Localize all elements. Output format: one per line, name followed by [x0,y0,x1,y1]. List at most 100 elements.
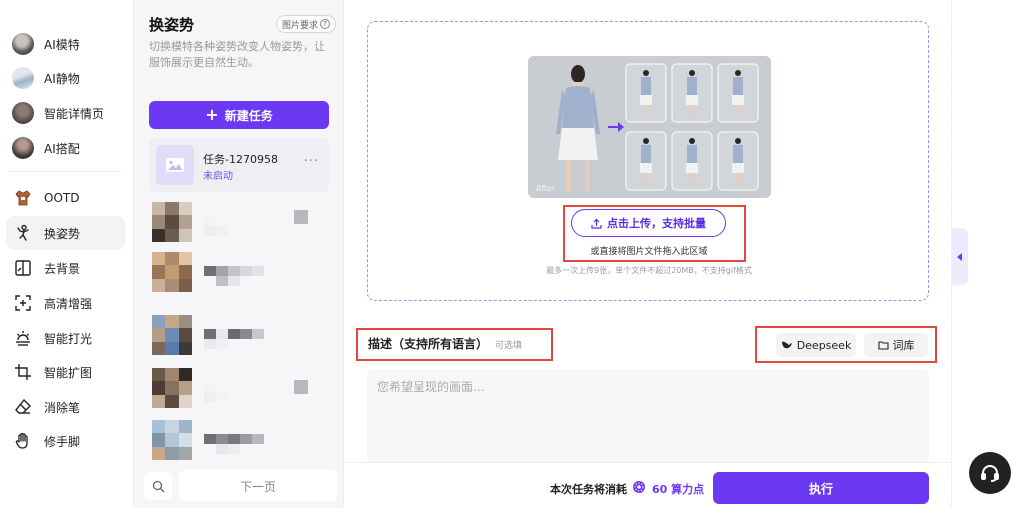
thumbnail [152,368,192,408]
library-label: 词库 [892,339,915,352]
split-icon [12,257,34,279]
redacted-text [204,434,276,454]
thumbnail [152,420,192,460]
new-task-button[interactable]: + 新建任务 [149,101,329,129]
nav-item-fix-hands[interactable]: 修手脚 [6,424,125,458]
execute-button[interactable]: 执行 [713,472,929,504]
list-item[interactable] [152,252,332,294]
nav-label: AI静物 [44,71,80,86]
light-icon [12,327,34,349]
nav-item-enhance[interactable]: 高清增强 [6,286,125,320]
task-status: 未启动 [203,171,233,182]
customer-support-button[interactable] [969,452,1011,494]
nav-label: OOTD [44,191,80,205]
nav-item-pose[interactable]: 换姿势 [6,216,125,250]
upload-limit-hint: 最多一次上传9张，单个文件不超过20MB，不支持gif格式 [546,266,752,275]
next-page-button[interactable]: 下一页 [179,470,337,502]
redacted-text [204,216,276,236]
question-icon: ? [320,19,330,29]
cost-label: 本次任务将消耗 [550,483,627,496]
image-requirements-button[interactable]: 图片要求 ? [276,15,336,33]
redacted-text [204,329,276,349]
nav-label: 去背景 [44,261,81,276]
thumbnail [152,315,192,355]
nav-item-detail-page[interactable]: 智能详情页 [6,96,125,130]
caret-left-icon [957,252,962,261]
redacted-mark [294,380,308,394]
list-item[interactable] [152,315,332,357]
task-panel: 换姿势 图片要求 ? 切换模特各种姿势改变人物姿势，让服饰展示更自然生动。 + … [134,0,344,508]
list-item[interactable] [152,420,332,462]
thumbnail [152,202,192,242]
image-placeholder-icon [156,145,194,185]
nav-label: 高清增强 [44,296,93,311]
nav-label: 智能打光 [44,331,93,346]
upload-dropzone[interactable]: After 点击上传，支持批量 或直接将图片文件拖入此区域 最多一次上传9张，单… [367,21,929,301]
requirements-label: 图片要求 [281,20,318,31]
more-icon[interactable]: ··· [304,154,319,169]
expand-panel-tab[interactable] [952,228,968,285]
nav-item-expand[interactable]: 智能扩图 [6,355,125,389]
drag-hint: 或直接将图片文件拖入此区域 [590,247,708,257]
nav-item-ai-still[interactable]: AI静物 [6,61,125,95]
bottom-action-bar: 本次任务将消耗 60 算力点 执行 [345,462,951,508]
shirt-icon [12,187,34,209]
nav-label: 智能扩图 [44,365,93,380]
redacted-mark [294,210,308,224]
description-textarea[interactable]: 您希望呈现的画面... [367,369,929,463]
nav-item-eraser[interactable]: 消除笔 [6,390,125,424]
nav-divider [10,171,122,172]
nav-item-remove-bg[interactable]: 去背景 [6,251,125,285]
nav-item-ai-model[interactable]: AI模特 [6,27,125,61]
plus-icon: + [205,105,219,124]
nav-label: AI模特 [44,37,80,52]
right-sidebar [951,0,1024,508]
panel-description: 切换模特各种姿势改变人物姿势，让服饰展示更自然生动。 [149,40,325,69]
folder-icon [877,341,889,350]
hand-icon [12,430,34,452]
ai-outfit-avatar [12,137,34,159]
deepseek-label: Deepseek [796,338,852,352]
nav-label: 消除笔 [44,400,81,415]
left-nav: AI模特 AI静物 智能详情页 AI搭配 OOTD 换姿势 去背景 高清增强 智… [0,0,134,508]
task-card[interactable]: 任务-1270958 未启动 ··· [149,138,329,192]
example-preview-image: After [528,56,771,198]
enhance-icon [12,292,34,314]
eraser-icon [12,396,34,418]
thumbnail [152,252,192,292]
compute-point-icon [633,481,645,493]
nav-label: AI搭配 [44,141,80,156]
nav-item-ai-outfit[interactable]: AI搭配 [6,131,125,165]
search-icon [152,480,164,492]
deepseek-icon [781,341,792,349]
nav-item-lighting[interactable]: 智能打光 [6,321,125,355]
search-button[interactable] [144,472,172,500]
list-item[interactable] [152,202,332,244]
list-item[interactable] [152,368,332,410]
upload-button[interactable]: 点击上传，支持批量 [571,209,726,237]
nav-label: 智能详情页 [44,106,105,121]
deepseek-button[interactable]: Deepseek [776,333,856,357]
ai-still-avatar [12,67,34,89]
nav-item-ootd[interactable]: OOTD [6,181,125,215]
redacted-text [204,266,276,286]
cost-value: 60 算力点 [652,483,705,496]
upload-icon [591,218,602,229]
textarea-placeholder: 您希望呈现的画面... [377,380,485,394]
model-illustration [528,56,771,198]
optional-hint: 可选填 [495,341,523,351]
pose-icon [12,222,34,244]
crop-icon [12,361,34,383]
task-name: 任务-1270958 [203,153,278,166]
upload-label: 点击上传，支持批量 [607,217,706,230]
nav-label: 换姿势 [44,226,81,241]
ai-model-avatar [12,33,34,55]
main-area: After 点击上传，支持批量 或直接将图片文件拖入此区域 最多一次上传9张，单… [345,0,951,508]
word-library-button[interactable]: 词库 [864,333,928,357]
panel-title: 换姿势 [149,16,195,34]
description-title: 描述（支持所有语言） [368,337,489,351]
headset-icon [981,465,999,482]
redacted-text [204,382,276,402]
after-label: After [536,184,556,193]
detail-page-avatar [12,102,34,124]
